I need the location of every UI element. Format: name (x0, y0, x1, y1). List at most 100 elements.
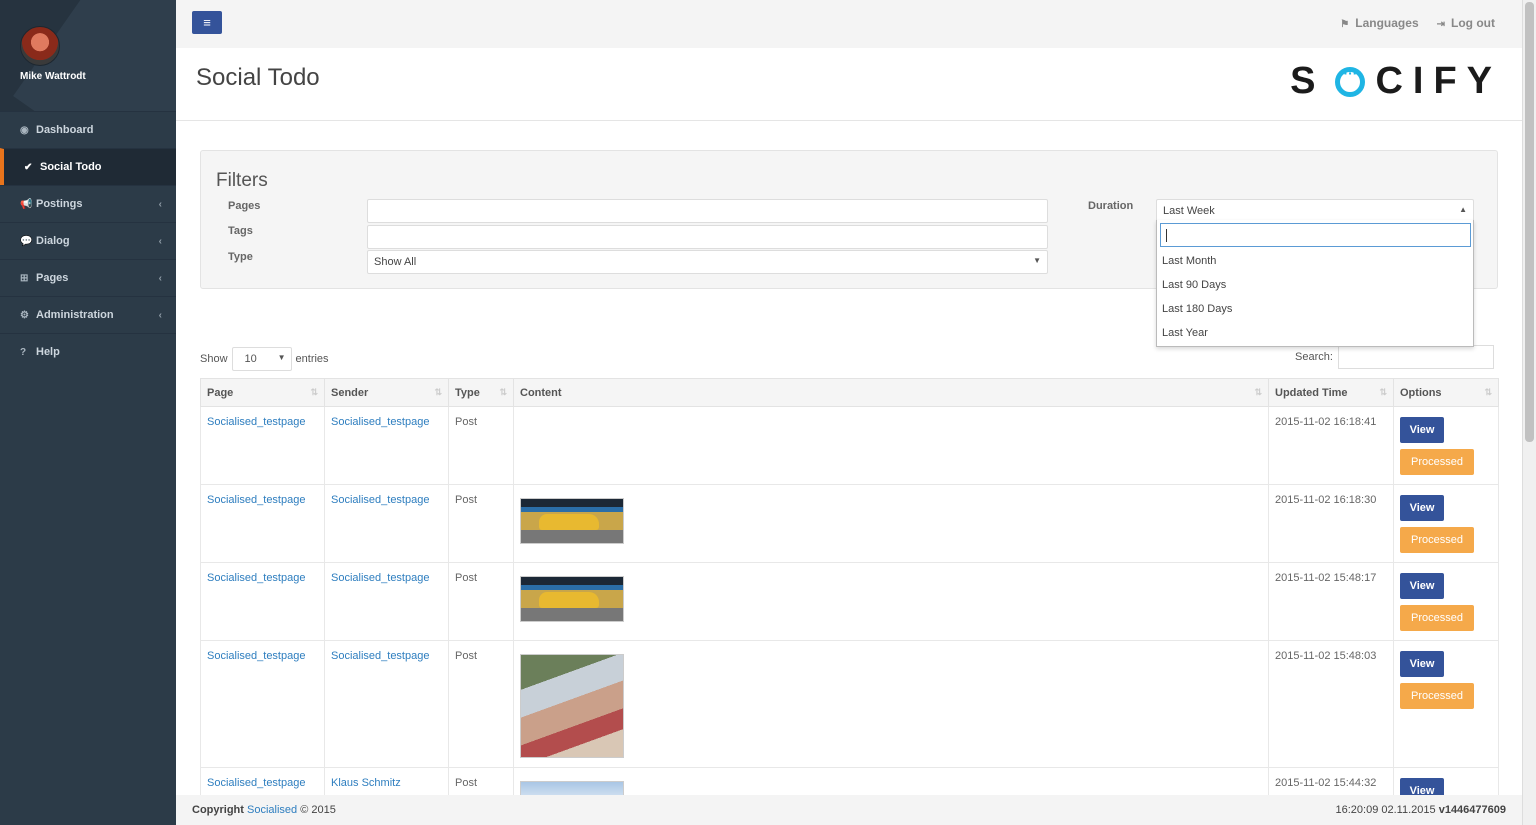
sender-cell: Klaus Schmitz (324, 767, 449, 795)
page-cell: Socialised_testpage (200, 640, 325, 768)
sidebar-item-help[interactable]: ? Help (0, 333, 176, 370)
hamburger-icon: ≡ (203, 15, 211, 30)
socialised-link[interactable]: Socialised (247, 804, 297, 816)
time-cell: 2015-11-02 16:18:41 (1268, 406, 1394, 485)
chat-bubble-icon (1335, 65, 1366, 97)
page-link[interactable]: Socialised_testpage (207, 416, 305, 428)
sidebar-item-dialog[interactable]: 💬 Dialog ‹ (0, 222, 176, 259)
sidebar-item-social-todo[interactable]: ✔ Social Todo (0, 148, 176, 185)
avatar[interactable] (20, 26, 60, 66)
chevron-left-icon: ‹ (158, 198, 162, 210)
page-scrollbar[interactable] (1522, 0, 1536, 825)
column-header[interactable]: Content ⇅ (513, 378, 1269, 407)
sender-link[interactable]: Socialised_testpage (331, 650, 429, 662)
sort-icon: ⇅ (1254, 387, 1262, 397)
todo-table: Page ⇅ Sender ⇅ Type ⇅ Content ⇅ Updated Time ⇅ Op… (200, 378, 1499, 795)
topbar: ≡ ⚑ Languages ⇥ Log out (176, 0, 1522, 48)
column-header[interactable]: Options ⇅ (1393, 378, 1499, 407)
type-cell: Post (448, 562, 514, 641)
entries-select[interactable]: 10 ▼ (231, 347, 292, 371)
user-panel: Mike Wattrodt (0, 0, 176, 111)
column-header[interactable]: Type ⇅ (448, 378, 514, 407)
duration-dropdown: Last Month Last 90 Days Last 180 Days La… (1156, 220, 1474, 347)
processed-button[interactable]: Processed (1400, 605, 1474, 631)
processed-button[interactable]: Processed (1400, 527, 1474, 553)
flag-icon: ⚑ (1340, 19, 1350, 30)
view-button[interactable]: View (1400, 573, 1444, 599)
sidebar: Mike Wattrodt ◉ Dashboard ✔ Social Todo 📢 Pos… (0, 0, 176, 825)
sidebar-item-pages[interactable]: ⊞ Pages ‹ (0, 259, 176, 296)
search-input[interactable] (1337, 345, 1494, 369)
column-header-label: Page (207, 386, 234, 399)
column-header-label: Content (520, 386, 562, 399)
content-thumbnail[interactable] (520, 498, 624, 544)
content-thumbnail[interactable] (520, 781, 624, 795)
footer-datetime: 16:20:09 02.11.2015 (1335, 804, 1436, 816)
time-cell: 2015-11-02 15:48:03 (1268, 640, 1394, 768)
options-cell: View Processed (1393, 484, 1499, 563)
column-header[interactable]: Updated Time ⇅ (1268, 378, 1394, 407)
pages-label: Pages (228, 200, 261, 212)
chevron-left-icon: ‹ (158, 272, 162, 284)
sort-icon: ⇅ (1484, 387, 1492, 397)
view-button[interactable]: View (1400, 651, 1444, 677)
type-label: Type (228, 251, 253, 263)
column-header[interactable]: Page ⇅ (200, 378, 325, 407)
page-title: Social Todo (196, 64, 320, 91)
pages-input[interactable] (367, 199, 1048, 223)
type-select[interactable]: Show All ▼ (367, 250, 1048, 274)
table-row: Socialised_testpage Socialised_testpage Po… (200, 640, 1499, 768)
view-button[interactable]: View (1400, 778, 1444, 795)
view-button[interactable]: View (1400, 495, 1444, 521)
sidebar-item-dashboard[interactable]: ◉ Dashboard (0, 111, 176, 148)
sidebar-toggle-button[interactable]: ≡ (192, 11, 222, 34)
languages-label: Languages (1355, 16, 1419, 30)
logo-left-text: S (1290, 60, 1326, 102)
search-label: Search: (1295, 351, 1333, 363)
page-link[interactable]: Socialised_testpage (207, 777, 305, 789)
column-header[interactable]: Sender ⇅ (324, 378, 449, 407)
copyright-label: Copyright (192, 804, 244, 816)
sidebar-item-label: Social Todo (40, 161, 102, 173)
table-row: Socialised_testpage Socialised_testpage Po… (200, 406, 1499, 485)
page-cell: Socialised_testpage (200, 562, 325, 641)
scrollbar-thumb[interactable] (1525, 2, 1534, 442)
page-link[interactable]: Socialised_testpage (207, 572, 305, 584)
sort-icon: ⇅ (1379, 387, 1387, 397)
logout-link[interactable]: ⇥ Log out (1437, 16, 1495, 30)
type-select-value: Show All (374, 256, 417, 268)
content-thumbnail[interactable] (520, 576, 624, 622)
languages-link[interactable]: ⚑ Languages (1340, 16, 1418, 30)
sidebar-item-label: Help (36, 346, 60, 358)
sort-icon: ⇅ (499, 387, 507, 397)
sender-link[interactable]: Socialised_testpage (331, 572, 429, 584)
footer-version-number: v1446477609 (1438, 804, 1506, 816)
duration-search-input[interactable] (1160, 223, 1471, 247)
sender-link[interactable]: Socialised_testpage (331, 494, 429, 506)
page-link[interactable]: Socialised_testpage (207, 650, 305, 662)
sender-cell: Socialised_testpage (324, 484, 449, 563)
duration-option[interactable]: Last 90 Days (1162, 279, 1226, 291)
duration-option[interactable]: Last Year (1162, 327, 1208, 339)
content-thumbnail[interactable] (520, 654, 624, 758)
time-cell: 2015-11-02 15:48:17 (1268, 562, 1394, 641)
view-button[interactable]: View (1400, 417, 1444, 443)
time-cell: 2015-11-02 16:18:30 (1268, 484, 1394, 563)
sender-link[interactable]: Klaus Schmitz (331, 777, 401, 789)
type-cell: Post (448, 484, 514, 563)
duration-option[interactable]: Last 180 Days (1162, 303, 1232, 315)
page-link[interactable]: Socialised_testpage (207, 494, 305, 506)
sidebar-item-administration[interactable]: ⚙ Administration ‹ (0, 296, 176, 333)
socify-logo: S CIFY (1290, 60, 1502, 103)
sender-link[interactable]: Socialised_testpage (331, 416, 429, 428)
processed-button[interactable]: Processed (1400, 683, 1474, 709)
processed-button[interactable]: Processed (1400, 449, 1474, 475)
options-cell: View Processed (1393, 640, 1499, 768)
sidebar-item-postings[interactable]: 📢 Postings ‹ (0, 185, 176, 222)
duration-option[interactable]: Last Month (1162, 255, 1216, 267)
question-icon: ? (20, 346, 27, 358)
options-cell: View Processed (1393, 562, 1499, 641)
sidebar-menu: ◉ Dashboard ✔ Social Todo 📢 Postings ‹ 💬 Dialog ‹… (0, 111, 176, 370)
chevron-left-icon: ‹ (158, 309, 162, 321)
tags-input[interactable] (367, 225, 1048, 249)
